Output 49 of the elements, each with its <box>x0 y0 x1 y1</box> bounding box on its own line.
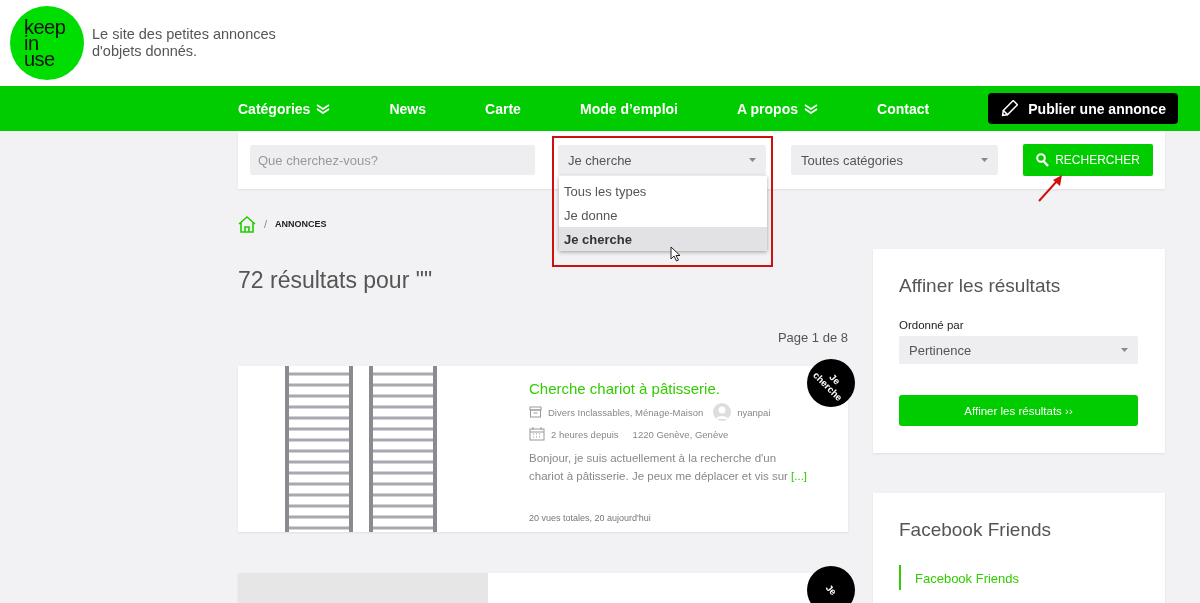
annotation-arrow <box>1037 173 1065 203</box>
read-more-link[interactable]: [...] <box>791 470 808 482</box>
sort-select[interactable]: Pertinence <box>899 336 1138 364</box>
chevron-icon <box>316 103 331 114</box>
dropdown-option[interactable]: Tous les types <box>559 179 767 203</box>
nav-link[interactable]: Catégories <box>238 100 331 117</box>
chevron-icon <box>803 103 818 114</box>
logo-text: keep in use <box>24 19 64 67</box>
nav-link[interactable]: Mode d’emploi <box>579 100 678 117</box>
breadcrumb-current[interactable]: ANNONCES <box>275 219 327 229</box>
search-icon <box>1036 153 1050 167</box>
listing-location: 1220 Genève, Genève <box>632 428 729 440</box>
search-field[interactable]: Que cherchez-vous? <box>250 145 535 175</box>
archive-icon <box>529 406 542 418</box>
panel-title: Affiner les résultats <box>899 275 1062 297</box>
listing-description: Bonjour, je suis actuellement à la recherche d'un chariot à pâtisserie. Je peux me déplacer et vis sur [...] <box>529 451 808 484</box>
nav-link[interactable]: Carte <box>485 100 521 117</box>
type-select[interactable]: Je cherche <box>558 145 766 175</box>
breadcrumb-separator: / <box>264 218 268 230</box>
calendar-icon <box>529 427 545 441</box>
panel-title: Facebook Friends <box>899 519 1053 541</box>
home-icon <box>238 215 256 233</box>
category-select[interactable]: Toutes catégories <box>791 145 998 175</box>
nav-link[interactable]: A propos <box>737 100 818 117</box>
cursor-icon <box>670 246 681 262</box>
logo[interactable]: keep in use <box>10 6 84 80</box>
page-indicator: Page 1 de 8 <box>776 330 848 345</box>
caret-icon <box>1121 348 1128 352</box>
refine-button[interactable]: Affiner les résultats ›› <box>899 395 1138 426</box>
facebook-link[interactable]: Facebook Friends <box>915 571 1020 586</box>
nav-link[interactable]: News <box>389 100 426 117</box>
listing-views: 20 vues totales, 20 aujourd'hui <box>529 513 652 523</box>
badge-text: Je <box>822 581 840 600</box>
listing-user[interactable]: nyanpai <box>737 406 771 418</box>
nav-link[interactable]: Contact <box>877 100 930 117</box>
results-heading: 72 résultats pour "" <box>238 267 434 294</box>
dropdown-option[interactable]: Je cherche <box>559 227 767 251</box>
caret-icon <box>981 158 988 162</box>
avatar-icon <box>713 403 732 421</box>
dropdown-option[interactable]: Je donne <box>559 203 767 227</box>
pencil-icon <box>1000 99 1019 118</box>
listing-categories[interactable]: Divers Inclassables, Ménage-Maison <box>548 406 704 418</box>
sort-label: Ordonné par <box>899 319 965 331</box>
search-button[interactable]: RECHERCHER <box>1023 144 1153 176</box>
listing-title[interactable]: Cherche chariot à pâtisserie. <box>529 380 808 397</box>
tagline: Le site des petites annonces d'objets donnés. <box>92 26 277 60</box>
listing-time: 2 heures depuis <box>551 428 619 440</box>
caret-icon <box>749 158 756 162</box>
publish-button[interactable]: Publier une annonce <box>988 93 1178 124</box>
